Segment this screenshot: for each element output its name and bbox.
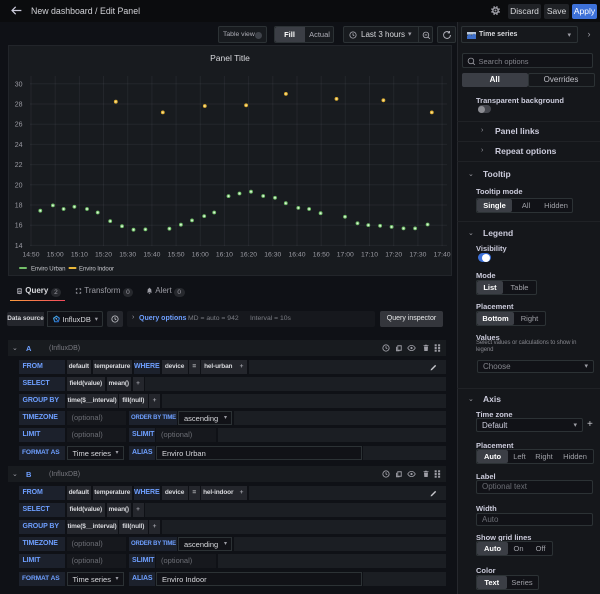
svg-text:24: 24 xyxy=(15,142,23,149)
svg-text:16:40: 16:40 xyxy=(288,252,305,259)
svg-text:Enviro Indoor: Enviro Indoor xyxy=(79,266,114,273)
svg-text:16:20: 16:20 xyxy=(240,252,257,259)
svg-text:15:40: 15:40 xyxy=(143,252,160,259)
svg-text:16:30: 16:30 xyxy=(264,252,281,259)
svg-text:17:10: 17:10 xyxy=(361,252,378,259)
svg-text:18: 18 xyxy=(15,203,23,210)
svg-text:14: 14 xyxy=(15,243,23,250)
svg-text:16:10: 16:10 xyxy=(216,252,233,259)
svg-text:17:20: 17:20 xyxy=(385,252,402,259)
svg-text:17:00: 17:00 xyxy=(337,252,354,259)
svg-text:26: 26 xyxy=(15,122,23,129)
svg-text:16:00: 16:00 xyxy=(192,252,209,259)
svg-text:15:30: 15:30 xyxy=(119,252,136,259)
svg-text:17:30: 17:30 xyxy=(409,252,426,259)
svg-text:16:50: 16:50 xyxy=(313,252,330,259)
svg-text:17:40: 17:40 xyxy=(434,252,451,259)
svg-text:20: 20 xyxy=(15,182,23,189)
svg-text:30: 30 xyxy=(15,81,23,88)
svg-text:16: 16 xyxy=(15,223,23,230)
svg-text:28: 28 xyxy=(15,102,23,109)
svg-text:Enviro Urban: Enviro Urban xyxy=(31,266,65,273)
svg-text:15:20: 15:20 xyxy=(95,252,112,259)
svg-text:14:50: 14:50 xyxy=(22,252,39,259)
svg-text:15:00: 15:00 xyxy=(47,252,64,259)
svg-text:15:50: 15:50 xyxy=(168,252,185,259)
svg-text:22: 22 xyxy=(15,162,23,169)
svg-text:15:10: 15:10 xyxy=(71,252,88,259)
